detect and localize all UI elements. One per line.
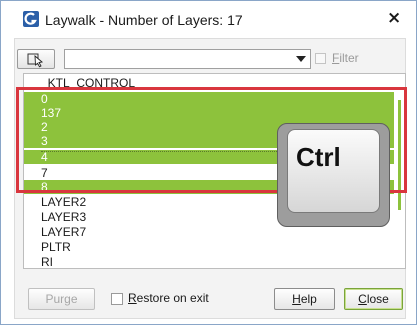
close-button[interactable]: Close (344, 288, 403, 310)
select-objects-button[interactable] (17, 49, 55, 69)
filter-combo[interactable] (64, 49, 311, 69)
list-item[interactable]: RI (24, 255, 394, 268)
ctrl-key-label: Ctrl (296, 142, 341, 172)
autocad-g-icon (23, 11, 39, 27)
list-item[interactable]: 0 (24, 92, 394, 106)
title-bar: Laywalk - Number of Layers: 17 × (1, 1, 416, 37)
window-title: Laywalk - Number of Layers: 17 (45, 12, 243, 28)
list-item[interactable]: _KTL_CONTROL (24, 76, 394, 88)
filter-label: Filter (332, 51, 359, 65)
list-item[interactable]: LAYER7 (24, 225, 394, 239)
ctrl-key-face: Ctrl (287, 129, 380, 213)
purge-button[interactable]: Purge (28, 288, 95, 310)
laywalk-dialog: Laywalk - Number of Layers: 17 × Filter … (0, 0, 417, 325)
restore-on-exit-label: Restore on exit (128, 291, 209, 305)
focus-rectangle (41, 151, 291, 152)
list-scrollbar[interactable] (398, 100, 401, 210)
help-button[interactable]: Help (274, 288, 335, 310)
close-icon[interactable]: × (387, 8, 401, 28)
ctrl-key-graphic: Ctrl (277, 123, 390, 227)
filter-checkbox[interactable] (315, 53, 326, 64)
list-item[interactable]: PLTR (24, 240, 394, 254)
restore-on-exit-checkbox[interactable] (111, 293, 123, 305)
filter-input[interactable] (67, 51, 293, 69)
list-item[interactable]: 137 (24, 106, 394, 120)
chevron-down-icon[interactable] (296, 56, 306, 62)
select-objects-icon (27, 53, 44, 68)
